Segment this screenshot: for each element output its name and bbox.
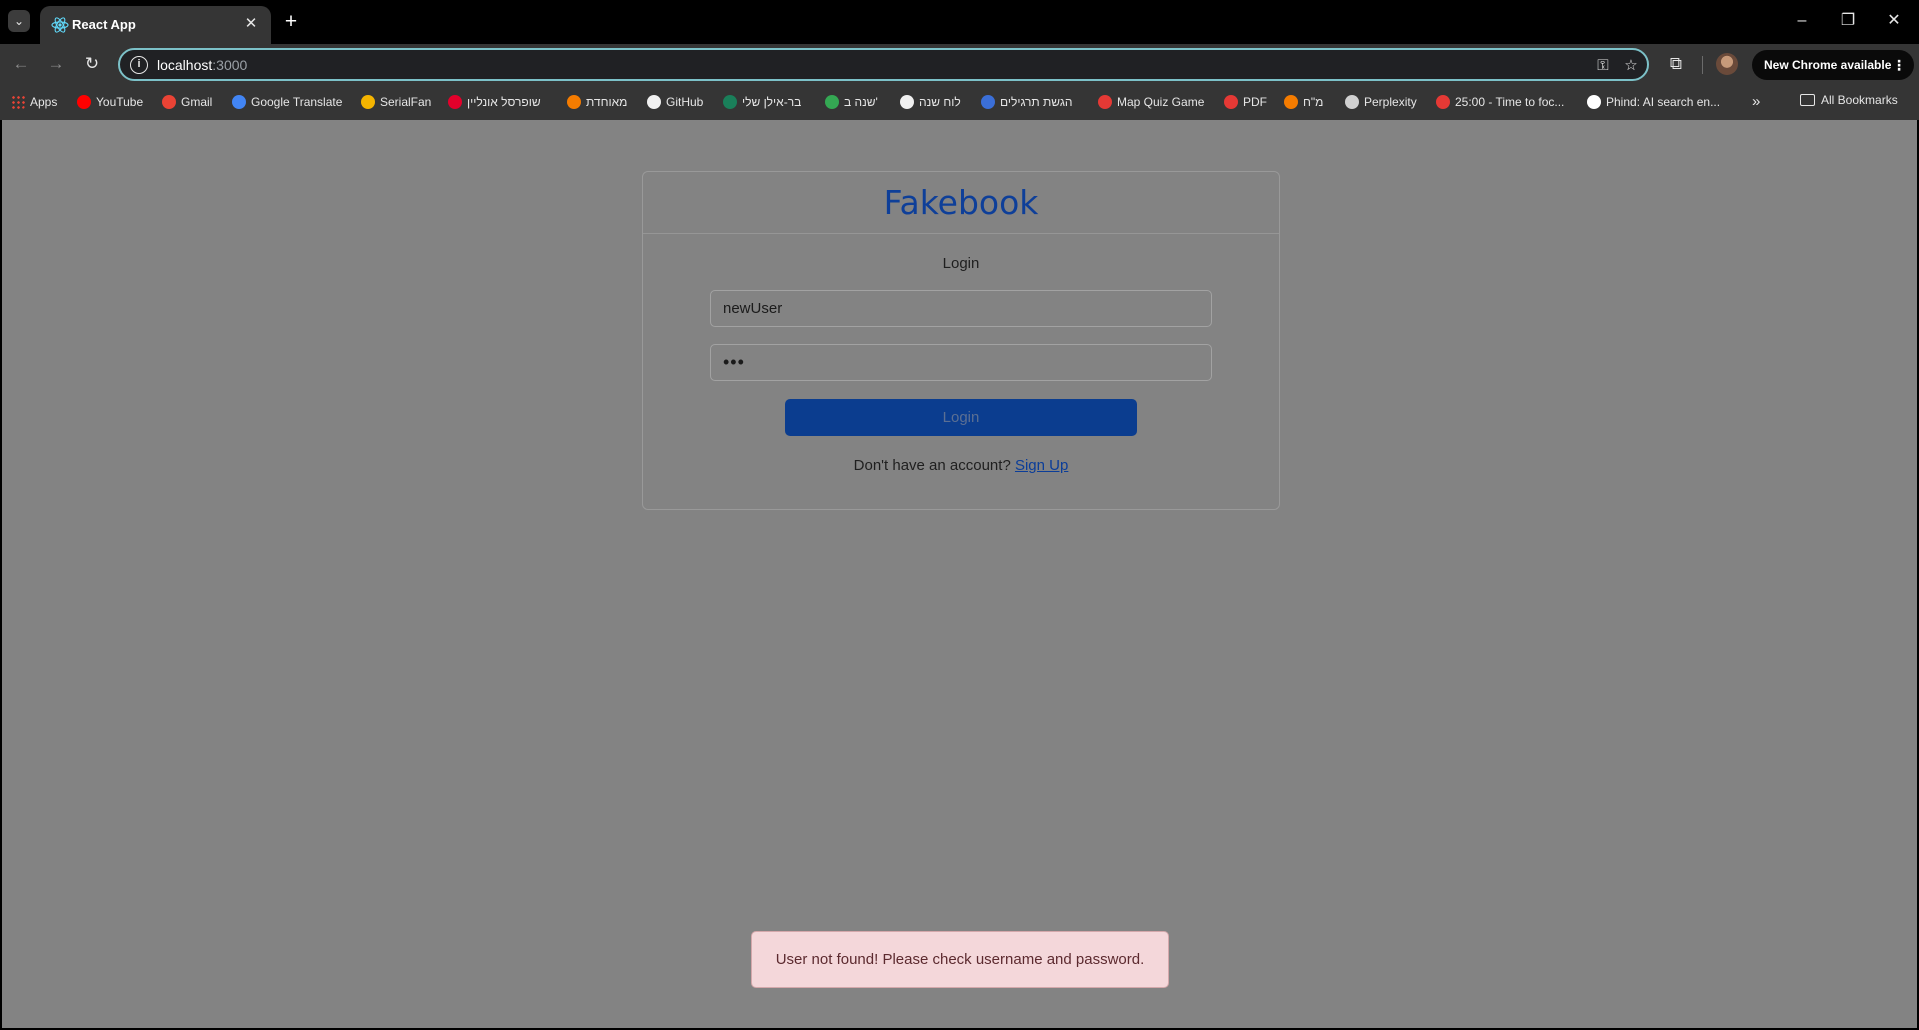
new-tab-plus-icon[interactable]: + — [280, 11, 302, 33]
calendar-icon — [900, 95, 914, 109]
submit-upload-icon — [981, 95, 995, 109]
bookmark-item[interactable]: Perplexity — [1345, 93, 1417, 111]
bookmark-label: לוח שנה — [919, 95, 961, 109]
error-alert: User not found! Please check username an… — [751, 931, 1169, 988]
perplexity-icon — [1345, 95, 1359, 109]
site-info-icon[interactable]: i — [130, 56, 148, 74]
tab-react-app[interactable]: React App ✕ — [40, 6, 271, 44]
update-button-label: New Chrome available — [1764, 58, 1892, 72]
signup-link[interactable]: Sign Up — [1015, 457, 1068, 474]
window-close-icon[interactable]: ✕ — [1872, 8, 1916, 34]
gmail-icon — [162, 95, 176, 109]
bookmark-label: שופרסל אונליין — [467, 95, 541, 109]
tab-strip: ⌄ React App ✕ + – ❐ ✕ — [0, 0, 1919, 44]
bookmark-label: שנה ב' — [844, 95, 878, 109]
window-minimize-icon[interactable]: – — [1780, 8, 1824, 34]
bookmark-item[interactable]: לוח שנה — [900, 93, 961, 111]
bookmarks-bar: » All Bookmarks Apps YouTube Gmail Google T… — [0, 84, 1919, 120]
bookmarks-overflow-chevron-icon[interactable]: » — [1752, 93, 1760, 110]
chrome-menu-icon[interactable]: ⋮ — [1892, 50, 1906, 80]
bookmark-item[interactable]: Apps — [11, 93, 57, 111]
translate-icon — [232, 95, 246, 109]
login-card: Fakebook Login newUser ••• Login Don't h… — [642, 171, 1280, 510]
apps-grid-icon — [11, 95, 25, 109]
pdf-heart-icon — [1224, 95, 1238, 109]
bookmark-item[interactable]: Phind: AI search en... — [1587, 93, 1720, 111]
bookmark-item[interactable]: בר-אילן שלי — [723, 93, 801, 111]
form-title: Login — [942, 255, 980, 272]
bookmark-label: Perplexity — [1364, 95, 1417, 109]
back-arrow-icon[interactable]: ← — [7, 50, 35, 78]
tab-search-chevron-icon[interactable]: ⌄ — [8, 10, 30, 32]
profile-avatar[interactable] — [1716, 53, 1738, 75]
bookmark-item[interactable]: Gmail — [162, 93, 212, 111]
new-chrome-available-button[interactable]: New Chrome available ⋮ — [1752, 50, 1914, 80]
login-button[interactable]: Login — [785, 399, 1137, 436]
bookmark-label: מ"ח — [1303, 95, 1324, 109]
bookmark-label: YouTube — [96, 95, 144, 109]
all-bookmarks-label: All Bookmarks — [1821, 93, 1898, 107]
window-restore-icon[interactable]: ❐ — [1826, 8, 1870, 34]
tab-close-icon[interactable]: ✕ — [241, 14, 261, 34]
bookmark-item[interactable]: 25:00 - Time to foc... — [1436, 93, 1564, 111]
extensions-puzzle-icon[interactable]: ⧉ — [1662, 50, 1690, 78]
address-bar[interactable]: i localhost:3000 ⚿ ☆ — [118, 48, 1649, 81]
bookmark-label: PDF — [1243, 95, 1267, 109]
map-pin-icon — [1098, 95, 1112, 109]
username-input[interactable]: newUser — [710, 290, 1212, 327]
bookmark-item[interactable]: PDF — [1224, 93, 1267, 111]
bookmark-item[interactable]: Map Quiz Game — [1098, 93, 1204, 111]
brand-title: Fakebook — [883, 183, 1039, 222]
youtube-icon — [77, 95, 91, 109]
reload-icon[interactable]: ↻ — [78, 50, 106, 78]
bookmark-item[interactable]: YouTube — [77, 93, 143, 111]
bookmark-label: Apps — [30, 95, 58, 109]
bookmark-item[interactable]: מ"ח — [1284, 93, 1323, 111]
signup-prompt-line: Don't have an account? Sign Up — [643, 457, 1279, 474]
bookmark-label: 25:00 - Time to foc... — [1455, 95, 1565, 109]
google-drive-icon — [825, 95, 839, 109]
meuhedet-icon — [567, 95, 581, 109]
forward-arrow-icon[interactable]: → — [42, 50, 70, 78]
bookmark-label: מאוחדת — [586, 95, 628, 109]
tab-title: React App — [72, 17, 136, 32]
page-viewport: Fakebook Login newUser ••• Login Don't h… — [2, 120, 1917, 1028]
timer-check-icon — [1436, 95, 1450, 109]
bookmark-label: Gmail — [181, 95, 213, 109]
bookmark-label: בר-אילן שלי — [742, 95, 802, 109]
folder-icon — [1800, 94, 1815, 106]
bookmark-item[interactable]: מאוחדת — [567, 93, 627, 111]
bookmark-item[interactable]: שנה ב' — [825, 93, 878, 111]
bookmark-label: Google Translate — [251, 95, 343, 109]
bookmark-item[interactable]: GitHub — [647, 93, 703, 111]
bookmark-item[interactable]: SerialFan — [361, 93, 431, 111]
toolbar-divider — [1702, 56, 1703, 74]
all-bookmarks-button[interactable]: All Bookmarks — [1800, 93, 1898, 107]
mh-icon — [1284, 95, 1298, 109]
bookmark-item[interactable]: הגשת תרגילים — [981, 93, 1073, 111]
bookmark-item[interactable]: Google Translate — [232, 93, 342, 111]
bookmark-star-icon[interactable]: ☆ — [1620, 55, 1642, 77]
bookmark-label: Map Quiz Game — [1117, 95, 1205, 109]
bookmark-label: GitHub — [666, 95, 704, 109]
github-icon — [647, 95, 661, 109]
address-url[interactable]: localhost:3000 — [157, 57, 247, 73]
password-input[interactable]: ••• — [710, 344, 1212, 381]
react-logo-icon — [51, 17, 69, 33]
bookmark-item[interactable]: שופרסל אונליין — [448, 93, 541, 111]
phind-icon — [1587, 95, 1601, 109]
password-key-icon[interactable]: ⚿ — [1592, 55, 1614, 77]
bookmark-label: הגשת תרגילים — [1000, 95, 1073, 109]
shufersal-icon — [448, 95, 462, 109]
browser-toolbar: ← → ↻ i localhost:3000 ⚿ ☆ ⧉ New Chrome … — [0, 44, 1919, 84]
bar-ilan-icon — [723, 95, 737, 109]
signup-prompt-text: Don't have an account? — [853, 457, 1011, 474]
bookmark-label: SerialFan — [380, 95, 432, 109]
bookmark-label: Phind: AI search en... — [1606, 95, 1721, 109]
card-header: Fakebook — [643, 172, 1279, 234]
serialfan-icon — [361, 95, 375, 109]
